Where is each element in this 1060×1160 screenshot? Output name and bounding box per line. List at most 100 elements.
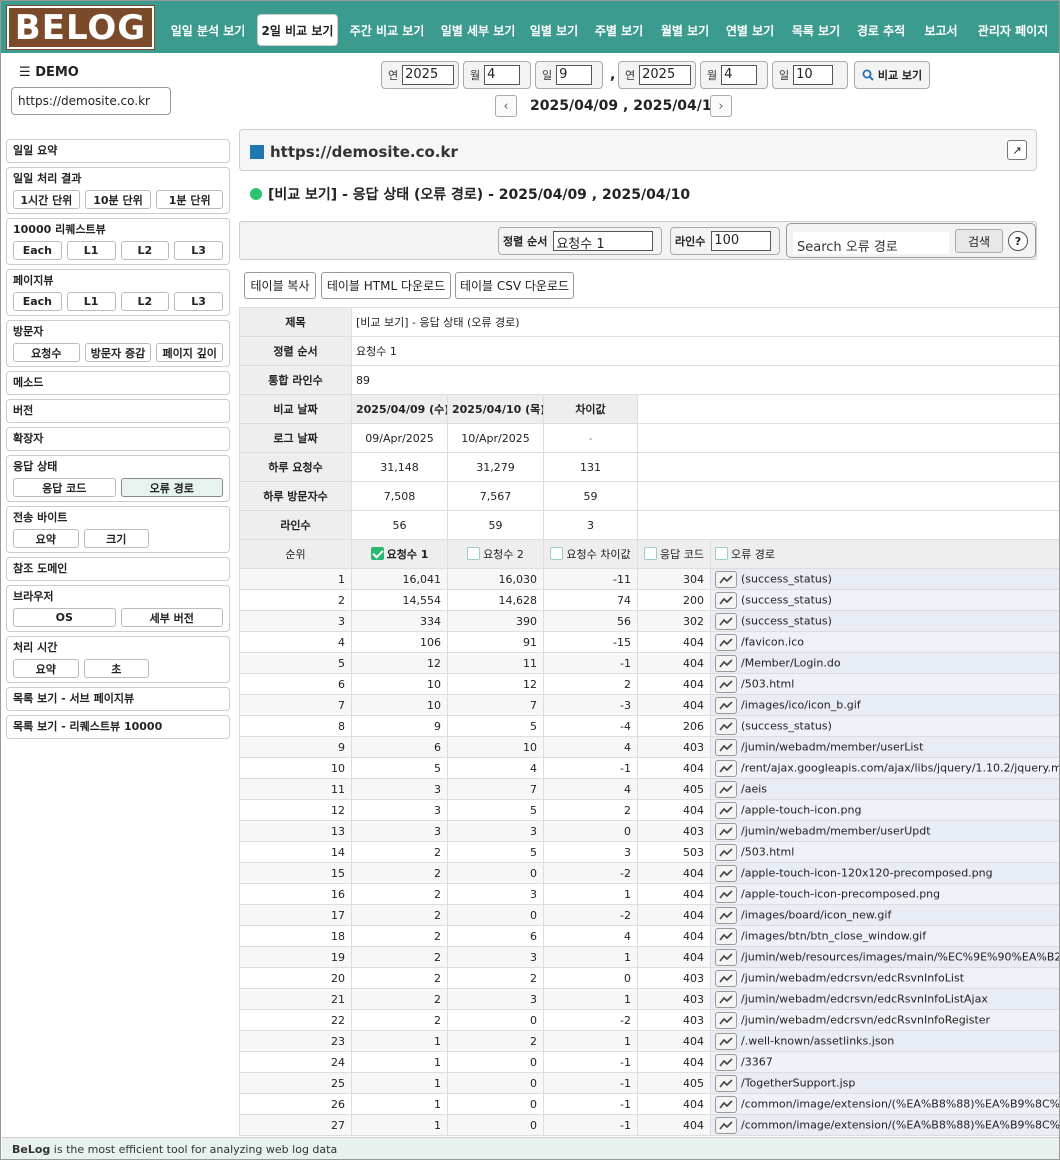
search-button[interactable]: 검색: [955, 229, 1003, 253]
nav-item-11[interactable]: 관리자 페이지: [971, 14, 1055, 46]
next-date-button[interactable]: ›: [710, 95, 732, 117]
error-path-text[interactable]: /images/board/icon_new.gif: [741, 908, 891, 921]
bytes-summary-button[interactable]: 요약: [13, 529, 79, 548]
btn-10min[interactable]: 10분 단위: [84, 190, 152, 209]
error-path-text[interactable]: /common/image/extension/(%EA%B8%88)%EA%B…: [741, 1118, 1059, 1131]
external-link-button[interactable]: ↗: [1007, 140, 1027, 160]
trend-chart-icon[interactable]: [715, 759, 737, 777]
error-path-text[interactable]: (success_status): [741, 593, 832, 606]
sidebar-list-sub[interactable]: 목록 보기 - 서브 페이지뷰: [6, 687, 230, 711]
col-rank-header[interactable]: 순위: [239, 539, 352, 569]
nav-item-4[interactable]: 일별 보기: [525, 14, 583, 46]
trend-chart-icon[interactable]: [715, 1053, 737, 1071]
sidebar-method[interactable]: 메소드: [6, 371, 230, 395]
req-each-button[interactable]: Each: [13, 241, 62, 260]
trend-chart-icon[interactable]: [715, 696, 737, 714]
line-count-input[interactable]: 100: [711, 231, 772, 251]
bytes-size-button[interactable]: 크기: [83, 529, 149, 548]
response-code-button[interactable]: 응답 코드: [13, 478, 116, 497]
trend-chart-icon[interactable]: [715, 822, 737, 840]
copy-table-button[interactable]: 테이블 복사: [244, 272, 316, 299]
compare-button[interactable]: 비교 보기: [854, 61, 930, 89]
trend-chart-icon[interactable]: [715, 780, 737, 798]
error-path-button[interactable]: 오류 경로: [120, 478, 223, 497]
visitors-requests-button[interactable]: 요청수: [13, 343, 80, 362]
col-req2-header[interactable]: 요청수 2: [447, 539, 544, 569]
trend-chart-icon[interactable]: [715, 654, 737, 672]
sort-order-input[interactable]: 요청수 1: [553, 231, 654, 252]
trend-chart-icon[interactable]: [715, 1095, 737, 1113]
error-path-text[interactable]: /jumin/webadm/member/userList: [741, 740, 923, 753]
proc-summary-button[interactable]: 요약: [13, 659, 79, 678]
browser-os-button[interactable]: OS: [13, 608, 116, 627]
csv-download-button[interactable]: 테이블 CSV 다운로드: [455, 272, 574, 299]
req-l3-button[interactable]: L3: [174, 241, 223, 260]
error-path-text[interactable]: /apple-touch-icon-precomposed.png: [741, 887, 940, 900]
to-day-input[interactable]: 10: [793, 65, 834, 85]
error-path-text[interactable]: /aeis: [741, 782, 767, 795]
error-path-text[interactable]: /jumin/webadm/edcrsvn/edcRsvnInfoRegiste…: [741, 1013, 990, 1026]
checkbox-icon[interactable]: [644, 547, 657, 560]
trend-chart-icon[interactable]: [715, 801, 737, 819]
nav-item-9[interactable]: 경로 추적: [852, 14, 910, 46]
trend-chart-icon[interactable]: [715, 948, 737, 966]
error-path-text[interactable]: /jumin/webadm/edcrsvn/edcRsvnInfoListAja…: [741, 992, 988, 1005]
btn-1min[interactable]: 1분 단위: [156, 190, 224, 209]
col-path-header[interactable]: 오류 경로: [709, 539, 1059, 569]
nav-item-6[interactable]: 월별 보기: [656, 14, 714, 46]
proc-seconds-button[interactable]: 초: [83, 659, 149, 678]
trend-chart-icon[interactable]: [715, 738, 737, 756]
help-button[interactable]: ?: [1008, 231, 1028, 251]
checkbox-icon[interactable]: [550, 547, 564, 560]
nav-item-1[interactable]: 2일 비교 보기: [257, 14, 338, 46]
to-month-input[interactable]: 4: [721, 65, 758, 85]
error-path-text[interactable]: /jumin/webadm/member/userUpdt: [741, 824, 931, 837]
error-path-text[interactable]: (success_status): [741, 572, 832, 585]
error-path-text[interactable]: /common/image/extension/(%EA%B8%88)%EA%B…: [741, 1097, 1059, 1110]
col-code-header[interactable]: 응답 코드: [637, 539, 711, 569]
trend-chart-icon[interactable]: [715, 1032, 737, 1050]
nav-item-0[interactable]: 일일 분석 보기: [161, 14, 255, 46]
nav-item-7[interactable]: 연별 보기: [721, 14, 779, 46]
pv-each-button[interactable]: Each: [13, 292, 62, 311]
error-path-text[interactable]: /503.html: [741, 845, 794, 858]
trend-chart-icon[interactable]: [715, 612, 737, 630]
trend-chart-icon[interactable]: [715, 969, 737, 987]
error-path-text[interactable]: /apple-touch-icon.png: [741, 803, 861, 816]
from-year-input[interactable]: 2025: [402, 65, 454, 85]
sidebar-list-req[interactable]: 목록 보기 - 리퀘스트뷰 10000: [6, 715, 230, 739]
visitors-depth-button[interactable]: 페이지 깊이: [156, 343, 224, 362]
menu-title[interactable]: ☰ DEMO: [19, 65, 79, 80]
nav-item-5[interactable]: 주별 보기: [590, 14, 648, 46]
nav-item-3[interactable]: 일별 세부 보기: [433, 14, 523, 46]
error-path-text[interactable]: /jumin/web/resources/images/main/%EC%9E%…: [741, 950, 1059, 963]
trend-chart-icon[interactable]: [715, 885, 737, 903]
col-req1-header[interactable]: 요청수 1: [351, 539, 448, 569]
error-path-text[interactable]: /rent/ajax.googleapis.com/ajax/libs/jque…: [741, 761, 1059, 774]
req-l2-button[interactable]: L2: [120, 241, 170, 260]
error-path-text[interactable]: /apple-touch-icon-120x120-precomposed.pn…: [741, 866, 993, 879]
visitors-change-button[interactable]: 방문자 증감: [84, 343, 152, 362]
search-input[interactable]: Search 오류 경로: [793, 232, 949, 255]
belog-logo[interactable]: BELOG: [6, 5, 155, 50]
nav-item-2[interactable]: 주간 비교 보기: [343, 14, 431, 46]
error-path-text[interactable]: /.well-known/assetlinks.json: [741, 1034, 894, 1047]
nav-item-8[interactable]: 목록 보기: [787, 14, 845, 46]
pv-l3-button[interactable]: L3: [174, 292, 223, 311]
pv-l1-button[interactable]: L1: [66, 292, 116, 311]
trend-chart-icon[interactable]: [715, 633, 737, 651]
trend-chart-icon[interactable]: [715, 1074, 737, 1092]
trend-chart-icon[interactable]: [715, 675, 737, 693]
sidebar-daily-summary[interactable]: 일일 요약: [6, 139, 230, 163]
hamburger-icon[interactable]: ☰: [19, 65, 31, 80]
error-path-text[interactable]: /images/btn/btn_close_window.gif: [741, 929, 926, 942]
trend-chart-icon[interactable]: [715, 717, 737, 735]
error-path-text[interactable]: /TogetherSupport.jsp: [741, 1076, 855, 1089]
html-download-button[interactable]: 테이블 HTML 다운로드: [321, 272, 451, 299]
checkbox-checked-icon[interactable]: [370, 547, 384, 560]
error-path-text[interactable]: /jumin/webadm/edcrsvn/edcRsvnInfoList: [741, 971, 964, 984]
btn-1hour[interactable]: 1시간 단위: [13, 190, 80, 209]
error-path-text[interactable]: /images/ico/icon_b.gif: [741, 698, 861, 711]
error-path-text[interactable]: /503.html: [741, 677, 794, 690]
prev-date-button[interactable]: ‹: [495, 95, 517, 117]
